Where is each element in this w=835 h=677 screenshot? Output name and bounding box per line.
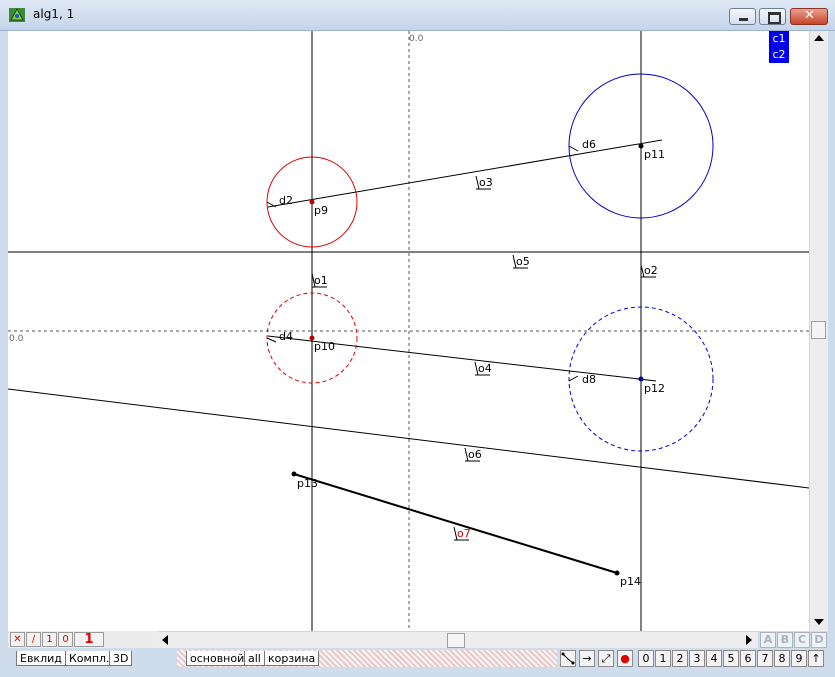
toolbar-btn-0[interactable]: 0 [58,632,73,647]
label-d6: d6 [582,138,596,151]
tab-trash[interactable]: корзина [264,651,320,666]
num-button-6[interactable]: 6 [740,650,756,667]
resize-icon[interactable]: ⤢ [598,650,614,667]
line-tool-icon[interactable]: ∕ [26,632,41,647]
num-button-9[interactable]: 9 [791,650,807,667]
label-p13: p13 [297,477,318,490]
point-p14 [614,570,620,576]
legend-item-c2[interactable]: c2 [769,47,789,63]
layer-button-b[interactable]: B [777,632,793,648]
num-button-2[interactable]: 2 [672,650,688,667]
horizontal-scrollbar[interactable] [157,631,758,648]
segment-o7 [293,473,618,574]
tab-euclid[interactable]: Евклид [16,651,66,666]
toolbar-big-1[interactable]: 1 [74,632,104,647]
app-window: alg1, 1 ✕ 0.0 0.0 p9 p10 p11 p12 p13 p14… [0,0,835,677]
label-d4: d4 [279,330,293,343]
app-icon [9,7,25,22]
label-o4: o4 [478,362,492,375]
scroll-left-icon[interactable] [162,635,168,645]
close-icon: ✕ [804,8,815,23]
num-button-7[interactable]: 7 [757,650,773,667]
tick-d4 [266,337,277,343]
tick-d8 [568,375,579,382]
layer-button-c[interactable]: C [794,632,810,648]
mini-toolbar: ✕ ∕ 1 0 1 [8,631,157,648]
toolbar-btn-1[interactable]: 1 [42,632,57,647]
label-o7: o7 [457,527,471,540]
tab-main[interactable]: основной [186,651,249,666]
axis-top-label: 0.0 [409,34,424,44]
num-button-3[interactable]: 3 [689,650,705,667]
line-o3 [267,139,663,208]
num-button-8[interactable]: 8 [774,650,790,667]
tick-d6 [568,145,579,152]
maximize-button[interactable] [759,8,786,25]
legend-item-c1[interactable]: c1 [769,31,789,47]
tab-complex[interactable]: Компл. [65,651,114,666]
arrow-up-icon[interactable]: ↑ [808,650,824,667]
axis-left-label: 0.0 [9,334,24,344]
num-button-5[interactable]: 5 [723,650,739,667]
num-button-0[interactable]: 0 [638,650,654,667]
close-button[interactable]: ✕ [790,8,828,25]
scroll-up-icon[interactable] [814,35,824,41]
label-p10: p10 [314,340,335,353]
vertical-scroll-thumb[interactable] [811,321,826,339]
point-p11 [638,143,644,149]
vertical-scrollbar[interactable] [809,31,828,631]
scroll-down-icon[interactable] [814,619,824,625]
point-p13 [291,471,297,477]
label-d8: d8 [582,373,596,386]
delete-icon[interactable]: ✕ [10,632,25,647]
scroll-right-icon[interactable] [746,635,752,645]
record-icon[interactable]: ● [617,650,633,667]
geometry-drawing[interactable]: 0.0 0.0 p9 p10 p11 p12 p13 p14 d2 d4 d6 … [7,31,810,631]
num-button-1[interactable]: 1 [655,650,671,667]
layer-button-a[interactable]: A [760,632,776,648]
label-o6: o6 [468,448,482,461]
minimize-button[interactable] [729,8,756,25]
label-o1: o1 [314,274,328,287]
label-p14: p14 [620,575,641,588]
tab-all[interactable]: all [244,651,265,666]
construction-list[interactable]: c1 c2 [769,31,789,63]
tab-3d[interactable]: 3D [109,651,133,666]
layer-button-d[interactable]: D [811,632,827,648]
label-p11: p11 [644,148,665,161]
drawing-canvas[interactable]: 0.0 0.0 p9 p10 p11 p12 p13 p14 d2 d4 d6 … [7,31,810,631]
maximize-icon [768,12,781,24]
label-p12: p12 [644,382,665,395]
window-title: alg1, 1 [33,7,75,21]
point-p12 [638,376,644,382]
num-button-4[interactable]: 4 [706,650,722,667]
minimize-icon [739,18,748,21]
label-o3: o3 [479,176,493,189]
curve-tool-icon[interactable] [560,650,576,667]
label-o5: o5 [516,255,530,268]
horizontal-scroll-thumb[interactable] [447,633,465,648]
title-bar: alg1, 1 ✕ [0,0,835,31]
label-d2: d2 [279,194,293,207]
label-o2: o2 [644,264,658,277]
arrow-right-icon[interactable]: → [579,650,595,667]
label-p9: p9 [314,204,328,217]
